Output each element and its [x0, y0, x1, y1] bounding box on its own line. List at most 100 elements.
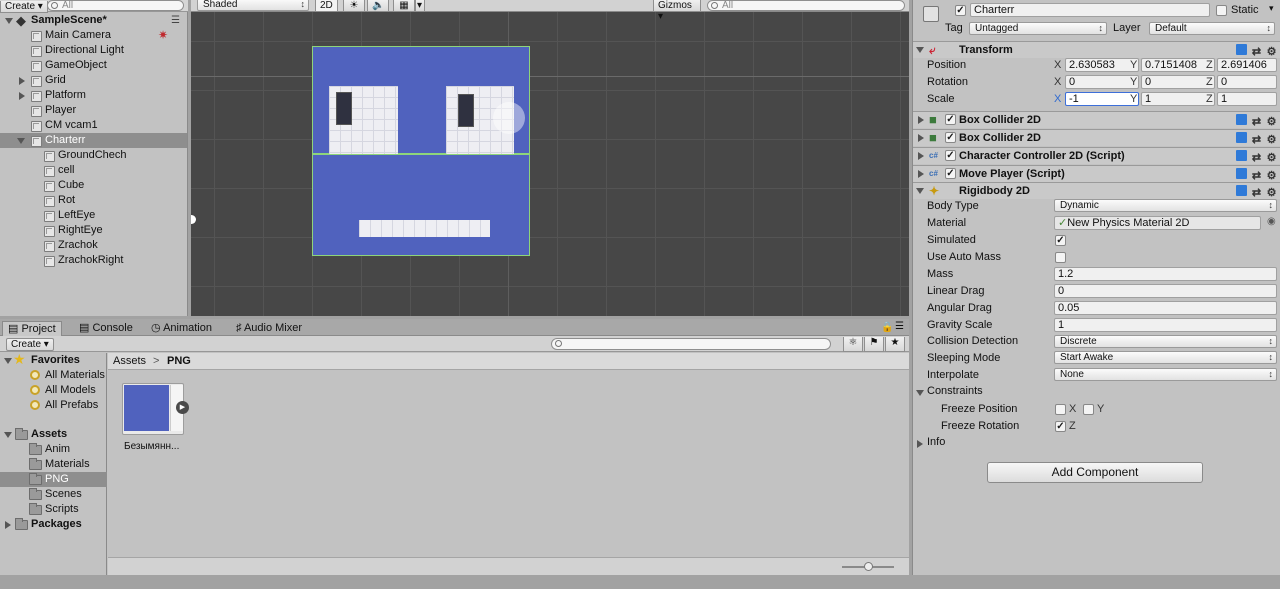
expand-sprites-icon[interactable]: ▶ — [176, 401, 189, 414]
favorite-star-icon[interactable]: ★ — [885, 337, 905, 352]
assets-row[interactable]: Assets — [0, 427, 107, 442]
active-checkbox[interactable]: ✓ — [955, 5, 966, 16]
help-book-icon[interactable] — [1236, 168, 1247, 179]
help-book-icon[interactable] — [1236, 132, 1247, 143]
auto-mass-checkbox[interactable] — [1055, 252, 1066, 263]
interpolate-dropdown[interactable]: None — [1054, 368, 1277, 381]
rotation-y-field[interactable]: 0 — [1141, 75, 1215, 89]
breadcrumb-png[interactable]: PNG — [167, 353, 191, 369]
folder-item[interactable]: Anim — [0, 442, 107, 457]
scale-x-field[interactable]: -1 — [1065, 92, 1139, 106]
gear-icon[interactable]: ⚙ — [1266, 171, 1277, 182]
gravity-scale-field[interactable]: 1 — [1054, 318, 1277, 332]
position-x-field[interactable]: 2.630583 — [1065, 58, 1139, 72]
component-enabled-checkbox[interactable]: ✓ — [945, 150, 956, 161]
collapse-arrow-icon[interactable] — [916, 47, 924, 53]
sleeping-mode-dropdown[interactable]: Start Awake — [1054, 351, 1277, 364]
component-header[interactable]: c# ✓ Character Controller 2D (Script) ⇄ ⚙ — [913, 147, 1280, 164]
tag-dropdown[interactable]: Untagged — [969, 22, 1107, 35]
hierarchy-item[interactable]: Grid — [0, 73, 187, 88]
static-checkbox[interactable] — [1216, 5, 1227, 16]
expand-arrow-icon[interactable] — [918, 134, 924, 142]
tab-project[interactable]: ▤ Project — [2, 321, 62, 336]
component-header[interactable]: c# ✓ Move Player (Script) ⇄ ⚙ — [913, 165, 1280, 182]
freeze-position-y-checkbox[interactable] — [1083, 404, 1094, 415]
expand-arrow-icon[interactable] — [918, 116, 924, 124]
rotation-x-field[interactable]: 0 — [1065, 75, 1139, 89]
preset-icon[interactable]: ⇄ — [1251, 171, 1262, 182]
preset-icon[interactable]: ⇄ — [1251, 117, 1262, 128]
filter-by-label-icon[interactable]: ⚑ — [864, 337, 884, 352]
component-enabled-checkbox[interactable]: ✓ — [945, 114, 956, 125]
gear-icon[interactable]: ⚙ — [1266, 188, 1277, 199]
add-component-button[interactable]: Add Component — [987, 462, 1203, 483]
expand-arrow-icon[interactable] — [19, 77, 25, 85]
expand-arrow-icon[interactable] — [918, 152, 924, 160]
hierarchy-item[interactable]: RightEye — [0, 223, 187, 238]
favorite-item[interactable]: All Materials — [0, 368, 107, 383]
hierarchy-item[interactable]: GameObject — [0, 58, 187, 73]
collapse-arrow-icon[interactable] — [916, 188, 924, 194]
folder-item[interactable]: PNG — [0, 472, 107, 487]
hierarchy-item[interactable]: Player — [0, 103, 187, 118]
position-y-field[interactable]: 0.7151408 — [1141, 58, 1215, 72]
scene-row[interactable]: ◆ SampleScene* ☰ — [0, 13, 187, 28]
transform-header[interactable]: ⤶ Transform ⇄ ⚙ — [913, 41, 1280, 58]
error-bug-icon[interactable]: ✷ — [158, 28, 168, 43]
tab-console[interactable]: ▤ Console — [74, 321, 138, 336]
panel-menu-icon[interactable]: ☰ — [895, 321, 904, 332]
freeze-position-x-checkbox[interactable] — [1055, 404, 1066, 415]
preset-icon[interactable]: ⇄ — [1251, 153, 1262, 164]
component-header[interactable]: ■ ✓ Box Collider 2D ⇄ ⚙ — [913, 111, 1280, 128]
scale-y-field[interactable]: 1 — [1141, 92, 1215, 106]
audio-toggle-icon[interactable]: 🔈 — [367, 0, 389, 12]
collision-detection-dropdown[interactable]: Discrete — [1054, 335, 1277, 348]
packages-row[interactable]: Packages — [0, 517, 107, 532]
favorite-item[interactable]: All Models — [0, 383, 107, 398]
expand-arrow-icon[interactable] — [5, 521, 11, 529]
position-z-field[interactable]: 2.691406 — [1217, 58, 1277, 72]
hierarchy-item[interactable]: cell — [0, 163, 187, 178]
transform-pivot-handle[interactable] — [493, 102, 525, 134]
favorites-row[interactable]: ★ Favorites — [0, 352, 107, 368]
freeze-rotation-z-checkbox[interactable]: ✓ — [1055, 421, 1066, 432]
angular-drag-field[interactable]: 0.05 — [1054, 301, 1277, 315]
hierarchy-item[interactable]: Rot — [0, 193, 187, 208]
favorite-item[interactable]: All Prefabs — [0, 398, 107, 413]
scale-z-field[interactable]: 1 — [1217, 92, 1277, 106]
hierarchy-search-input[interactable]: All — [47, 0, 184, 11]
layer-dropdown[interactable]: Default — [1149, 22, 1275, 35]
tab-audio-mixer[interactable]: ♯ Audio Mixer — [231, 321, 307, 336]
tab-animation[interactable]: ◷ Animation — [146, 321, 217, 336]
scene-menu-icon[interactable]: ☰ — [171, 13, 180, 28]
linear-drag-field[interactable]: 0 — [1054, 284, 1277, 298]
effects-toggle-icon[interactable]: ▦ — [393, 0, 415, 12]
hierarchy-item[interactable]: Platform — [0, 88, 187, 103]
asset-thumbnail[interactable]: ▶ — [122, 383, 189, 435]
preset-icon[interactable]: ⇄ — [1251, 47, 1262, 58]
zoom-slider-thumb[interactable] — [864, 562, 873, 571]
gear-icon[interactable]: ⚙ — [1266, 153, 1277, 164]
static-dropdown-icon[interactable]: ▾ — [1269, 3, 1274, 14]
gear-icon[interactable]: ⚙ — [1266, 117, 1277, 128]
collapse-arrow-icon[interactable] — [17, 138, 25, 144]
hierarchy-item[interactable]: LeftEye — [0, 208, 187, 223]
expand-arrow-icon[interactable] — [4, 432, 12, 438]
help-book-icon[interactable] — [1236, 185, 1247, 196]
gear-icon[interactable]: ⚙ — [1266, 135, 1277, 146]
hierarchy-item[interactable]: Charterr — [0, 133, 187, 148]
body-type-dropdown[interactable]: Dynamic — [1054, 199, 1277, 212]
help-book-icon[interactable] — [1236, 44, 1247, 55]
rotation-z-field[interactable]: 0 — [1217, 75, 1277, 89]
folder-item[interactable]: Scenes — [0, 487, 107, 502]
hierarchy-item[interactable]: Cube — [0, 178, 187, 193]
component-header[interactable]: ■ ✓ Box Collider 2D ⇄ ⚙ — [913, 129, 1280, 146]
simulated-checkbox[interactable]: ✓ — [1055, 235, 1066, 246]
expand-arrow-icon[interactable] — [5, 18, 13, 24]
preset-icon[interactable]: ⇄ — [1251, 188, 1262, 199]
breadcrumb-assets[interactable]: Assets — [113, 353, 146, 369]
hierarchy-item[interactable]: ZrachokRight — [0, 253, 187, 268]
lock-icon[interactable]: 🔒 — [881, 322, 893, 333]
rigidbody-header[interactable]: ✦ Rigidbody 2D ⇄ ⚙ — [913, 182, 1280, 199]
scene-view[interactable]: Shaded 2D ☀ 🔈 ▦ ▾ Gizmos ▾ All — [191, 0, 909, 316]
